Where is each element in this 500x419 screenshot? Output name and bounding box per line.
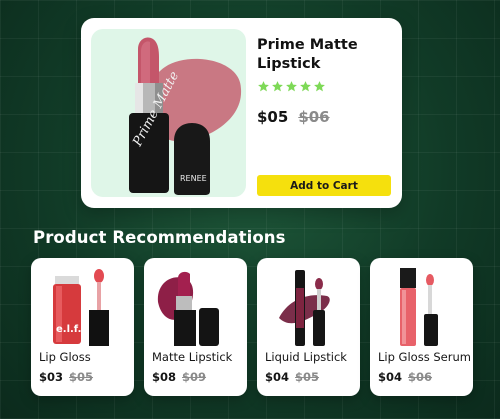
featured-product-card[interactable]: Prime Matte RENEE Prime Matte Lipstick $… (81, 18, 402, 208)
liquid-lipstick-image (279, 270, 330, 346)
original-price: $06 (408, 370, 433, 384)
recommendation-card-lip-gloss[interactable]: e.l.f. Lip Gloss $03 $05 (31, 258, 134, 396)
original-price: $05 (69, 370, 94, 384)
rating-stars (257, 80, 326, 93)
star-icon (258, 81, 269, 92)
original-price: $09 (182, 370, 207, 384)
product-name: Lip Gloss Serum (378, 350, 471, 364)
original-price: $06 (298, 108, 330, 126)
matte-lipstick-image (157, 271, 219, 346)
star-icon (300, 81, 311, 92)
current-price: $05 (257, 108, 289, 126)
product-title: Prime Matte Lipstick (257, 37, 358, 72)
featured-product-image[interactable]: Prime Matte RENEE (91, 29, 246, 197)
add-to-cart-button[interactable]: Add to Cart (257, 175, 391, 196)
cap-brand-text: RENEE (180, 174, 207, 183)
star-icon (272, 81, 283, 92)
lip-gloss-serum-image (400, 268, 438, 346)
current-price: $08 (152, 370, 177, 384)
recommendation-card-liquid-lipstick[interactable]: Liquid Lipstick $04 $05 (257, 258, 360, 396)
price-row: $03 $05 (39, 370, 93, 384)
product-name: Liquid Lipstick (265, 350, 347, 364)
current-price: $04 (265, 370, 290, 384)
price-row: $08 $09 (152, 370, 206, 384)
original-price: $05 (295, 370, 320, 384)
recommendation-card-lip-gloss-serum[interactable]: Lip Gloss Serum $04 $06 (370, 258, 473, 396)
current-price: $03 (39, 370, 64, 384)
product-name: Matte Lipstick (152, 350, 233, 364)
price-row: $04 $06 (378, 370, 432, 384)
star-icon (286, 81, 297, 92)
price-row: $04 $05 (265, 370, 319, 384)
current-price: $04 (378, 370, 403, 384)
elf-brand-text: e.l.f. (56, 324, 81, 335)
price-row: $05 $06 (257, 108, 330, 126)
product-name: Lip Gloss (39, 350, 91, 364)
recommendation-card-matte-lipstick[interactable]: Matte Lipstick $08 $09 (144, 258, 247, 396)
star-icon (314, 81, 325, 92)
lip-gloss-image: e.l.f. (53, 269, 109, 346)
section-title: Product Recommendations (33, 228, 286, 247)
